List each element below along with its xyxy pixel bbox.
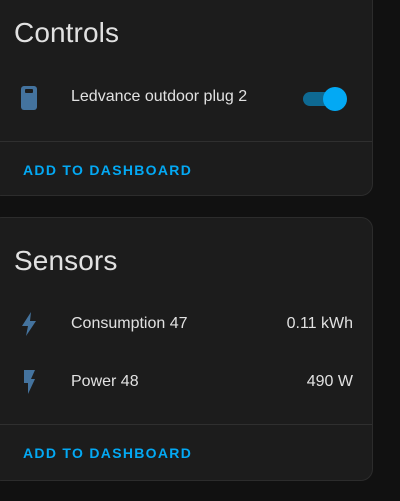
device-page: Controls Ledvance outdoor plug 2 ADD TO … bbox=[0, 0, 400, 501]
sensor-row-power[interactable]: Power 48 490 W bbox=[0, 362, 372, 402]
toggle-thumb bbox=[323, 87, 347, 111]
sensor-label-power: Power 48 bbox=[71, 373, 139, 390]
sensor-value-consumption: 0.11 kWh bbox=[286, 315, 353, 332]
sensors-card: Sensors Consumption 47 0.11 kWh Power 48… bbox=[0, 217, 373, 481]
controls-card-title: Controls bbox=[14, 17, 120, 48]
controls-entity-label: Ledvance outdoor plug 2 bbox=[71, 88, 248, 105]
lightning-bolt-icon bbox=[17, 312, 41, 336]
sensor-value-power: 490 W bbox=[306, 373, 353, 390]
controls-add-to-dashboard-button[interactable]: ADD TO DASHBOARD bbox=[23, 162, 192, 178]
sensors-card-divider bbox=[0, 424, 372, 425]
controls-card: Controls Ledvance outdoor plug 2 ADD TO … bbox=[0, 0, 373, 196]
sensor-row-consumption[interactable]: Consumption 47 0.11 kWh bbox=[0, 304, 372, 344]
sensors-card-title: Sensors bbox=[14, 245, 118, 276]
smart-plug-icon bbox=[17, 86, 41, 110]
controls-card-divider bbox=[0, 141, 372, 142]
sensor-label-consumption: Consumption 47 bbox=[71, 315, 188, 332]
flash-icon bbox=[17, 370, 41, 394]
sensors-add-to-dashboard-button[interactable]: ADD TO DASHBOARD bbox=[23, 445, 192, 461]
plug-toggle-switch[interactable] bbox=[301, 87, 347, 111]
controls-entity-row-plug[interactable]: Ledvance outdoor plug 2 bbox=[0, 78, 372, 118]
